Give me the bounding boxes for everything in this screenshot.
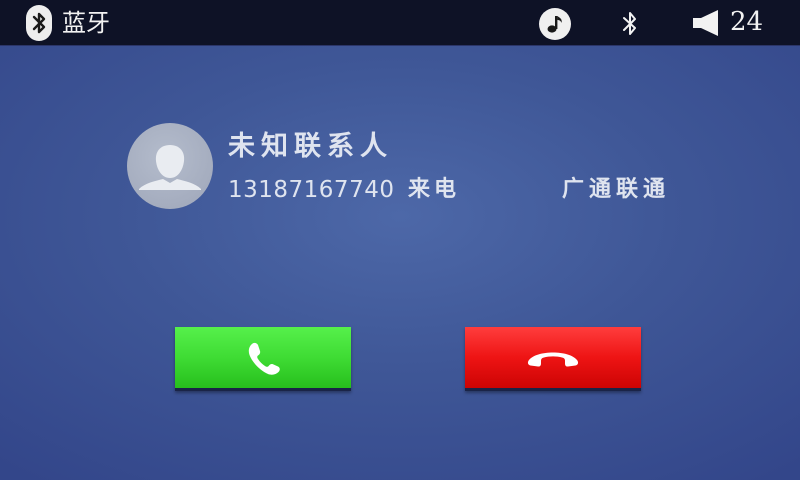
- status-bar: 蓝牙 24: [0, 0, 800, 46]
- call-status: 来电: [408, 177, 461, 202]
- answer-call-button[interactable]: [175, 327, 351, 391]
- bluetooth-icon[interactable]: [26, 5, 52, 41]
- volume-level: 24: [730, 7, 764, 37]
- bluetooth-status-icon: [618, 8, 642, 40]
- music-note-icon[interactable]: [539, 8, 571, 40]
- carrier-name: 广通联通: [562, 177, 671, 202]
- app-title: 蓝牙: [62, 9, 110, 37]
- phone-hangup-icon: [527, 352, 579, 367]
- incoming-call-screen: 蓝牙 24 未知联系人 13187167740 来电 广通联通: [0, 0, 800, 480]
- phone-answer-icon: [248, 342, 280, 375]
- contact-avatar-icon: [127, 123, 213, 209]
- contact-name: 未知联系人: [228, 131, 393, 162]
- speaker-icon[interactable]: [692, 9, 720, 37]
- hangup-call-button[interactable]: [465, 327, 641, 391]
- phone-number: 13187167740: [228, 177, 395, 203]
